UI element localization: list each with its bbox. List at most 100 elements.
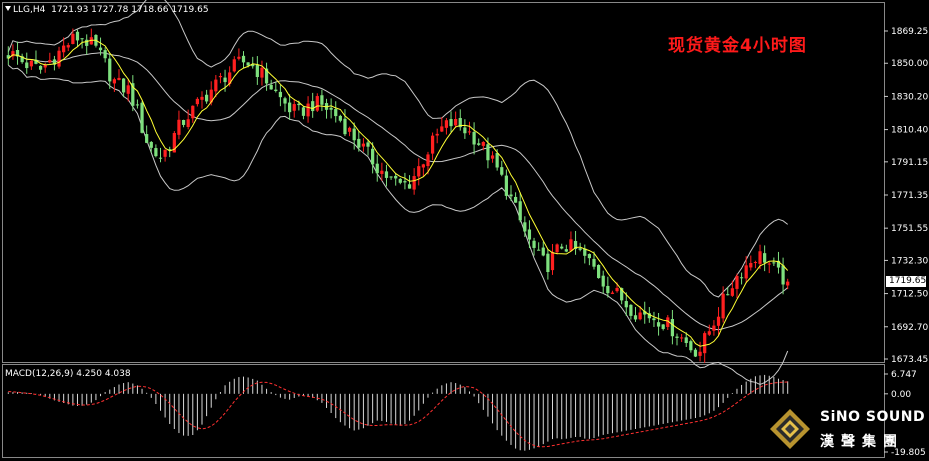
candle-body [48, 60, 52, 63]
candle-body [629, 304, 633, 316]
candle-body [601, 275, 605, 287]
candle-body [444, 120, 449, 128]
brand-name-cn: 漢聲集團 [820, 434, 904, 450]
macd-tick-label: 6.747 [891, 370, 917, 380]
candle-body [707, 331, 711, 335]
candle-body [218, 75, 223, 78]
candle-body [504, 175, 508, 196]
candle-body [29, 60, 33, 67]
candle-body [214, 79, 218, 92]
candle-body [523, 222, 527, 232]
candle-body [301, 107, 306, 116]
candle-body [546, 253, 550, 273]
candle-body [537, 249, 541, 251]
candle-body [412, 176, 416, 190]
candle-body [656, 322, 661, 327]
chart-title: 现货黄金4小时图 [668, 36, 807, 56]
candle-body [407, 184, 412, 189]
price-tick-label: 1771.35 [891, 191, 928, 201]
candle-body [384, 171, 389, 178]
candle-body [241, 55, 246, 63]
candle-body [726, 294, 730, 296]
candle-body [753, 261, 758, 263]
candle-body [735, 275, 739, 289]
candle-body [652, 318, 656, 321]
candle-body [500, 167, 504, 175]
candle-body [440, 126, 444, 132]
candle-body [246, 62, 250, 66]
candle-body [269, 84, 273, 90]
candle-body [108, 58, 112, 82]
price-tick-label: 1712.50 [891, 290, 928, 300]
candle-body [278, 91, 283, 98]
candle-body [786, 281, 790, 286]
candle-body [62, 45, 66, 53]
price-axis: 1869.25 1850.00 1830.20 1810.40 1791.15 1771.… [884, 27, 928, 365]
candle-body [490, 155, 495, 159]
candle-body [680, 337, 684, 339]
candle-body [352, 128, 356, 141]
candle-body [624, 301, 628, 308]
candle-body [721, 293, 725, 319]
candle-body [334, 109, 338, 117]
candle-body [154, 148, 158, 157]
candle-body [288, 102, 292, 113]
candle-body [698, 351, 702, 356]
candle-body [117, 77, 121, 81]
candle-body [320, 95, 324, 105]
candle-body [421, 164, 425, 168]
candle-body [739, 277, 744, 279]
candle-body [749, 263, 753, 268]
candle-body [347, 127, 352, 132]
candle-body [712, 325, 716, 331]
candle-body [57, 50, 61, 67]
candle-body [297, 103, 301, 106]
candle-body [467, 131, 472, 133]
price-tick-label: 1732.30 [891, 256, 928, 266]
candle-body [200, 96, 204, 100]
symbol-header[interactable]: LLG,H4 1721.93 1727.78 1718.66 1719.65 [5, 5, 209, 15]
candle-body [380, 170, 384, 174]
candle-body [481, 142, 485, 146]
candle-body [112, 79, 116, 84]
candle-body [163, 149, 167, 157]
candle-body [417, 166, 421, 177]
candle-body [71, 33, 75, 44]
candle-body [311, 101, 315, 112]
candle-body [633, 315, 638, 320]
lower-band-line [7, 64, 789, 386]
candle-body [610, 292, 615, 294]
middle-band-line [7, 52, 789, 331]
candle-body [232, 59, 236, 72]
candle-body [477, 143, 481, 145]
candle-body [518, 201, 522, 221]
candle-body [596, 264, 601, 279]
candle-body [569, 239, 573, 251]
candle-body [693, 349, 698, 357]
candle-body [306, 103, 310, 117]
candle-body [126, 85, 130, 94]
candle-body [338, 115, 342, 121]
candle-body [403, 181, 407, 183]
candle-body [181, 119, 186, 125]
current-price-tag: 1719.65 [886, 276, 926, 287]
candle-body [661, 324, 665, 329]
candle-body [366, 142, 370, 147]
candle-body [223, 77, 227, 83]
ohlc-values: 1721.93 1727.78 1718.66 1719.65 [51, 5, 209, 15]
dropdown-triangle-icon[interactable] [5, 6, 11, 11]
candle-body [25, 62, 29, 69]
candle-body [532, 240, 536, 248]
price-tick-label: 1830.20 [891, 92, 928, 102]
candle-body [430, 135, 435, 154]
symbol-label: LLG,H4 [13, 5, 46, 15]
price-tick-label: 1692.70 [891, 323, 928, 333]
candle-body [606, 285, 610, 294]
candle-body [772, 262, 776, 264]
candle-body [98, 47, 103, 51]
candle-body [564, 249, 568, 252]
candle-body [744, 265, 748, 279]
candle-body [587, 254, 592, 259]
candle-body [140, 102, 144, 133]
candle-body [527, 229, 532, 240]
